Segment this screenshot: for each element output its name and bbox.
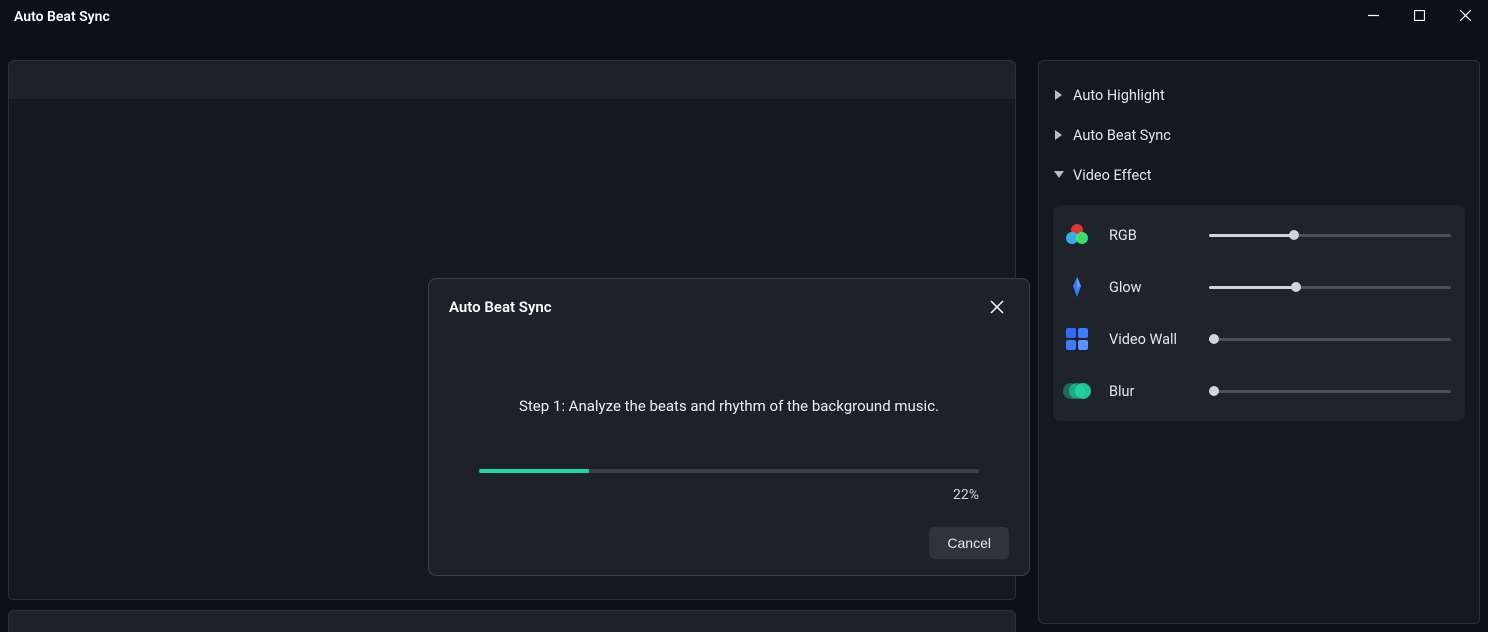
effect-row-blur: Blur: [1053, 365, 1465, 417]
window-controls: [1350, 0, 1488, 30]
modal-header: Auto Beat Sync: [449, 293, 1009, 321]
video-wall-icon: [1063, 325, 1091, 353]
tree-item-auto-beat-sync[interactable]: Auto Beat Sync: [1039, 115, 1479, 155]
effect-slider-blur[interactable]: [1209, 381, 1451, 401]
tree-item-label: Video Effect: [1073, 167, 1152, 184]
close-button[interactable]: [1442, 0, 1488, 30]
effect-row-videowall: Video Wall: [1053, 313, 1465, 365]
modal-title: Auto Beat Sync: [449, 298, 552, 316]
minimize-button[interactable]: [1350, 0, 1396, 30]
tree-item-label: Auto Highlight: [1073, 87, 1165, 104]
progress-modal: Auto Beat Sync Step 1: Analyze the beats…: [428, 278, 1030, 576]
cancel-button[interactable]: Cancel: [929, 527, 1009, 559]
effect-label: Glow: [1109, 279, 1209, 296]
effect-slider-rgb[interactable]: [1209, 225, 1451, 245]
bottom-strip: [8, 610, 1016, 632]
preview-toolbar: [9, 61, 1015, 99]
caret-right-icon: [1053, 89, 1065, 101]
effect-label: RGB: [1109, 227, 1209, 244]
modal-body: Step 1: Analyze the beats and rhythm of …: [449, 321, 1009, 517]
tree-item-auto-highlight[interactable]: Auto Highlight: [1039, 75, 1479, 115]
effect-slider-glow[interactable]: [1209, 277, 1451, 297]
progress-fill: [479, 469, 589, 473]
tree-item-video-effect[interactable]: Video Effect: [1039, 155, 1479, 195]
effect-row-rgb: RGB: [1053, 209, 1465, 261]
modal-footer: Cancel: [449, 517, 1009, 559]
effect-row-glow: Glow: [1053, 261, 1465, 313]
blur-icon: [1063, 377, 1091, 405]
effect-label: Video Wall: [1109, 331, 1209, 348]
effects-list: RGB Glow: [1053, 205, 1465, 421]
maximize-button[interactable]: [1396, 0, 1442, 30]
titlebar: Auto Beat Sync: [0, 0, 1488, 34]
step-text: Step 1: Analyze the beats and rhythm of …: [519, 397, 939, 415]
caret-down-icon: [1053, 169, 1065, 181]
effect-slider-videowall[interactable]: [1209, 329, 1451, 349]
effect-label: Blur: [1109, 383, 1209, 400]
progress-percent: 22%: [953, 487, 979, 503]
modal-close-button[interactable]: [985, 295, 1009, 319]
progress-bar: 22%: [479, 469, 979, 473]
rgb-icon: [1063, 221, 1091, 249]
window-title: Auto Beat Sync: [14, 9, 110, 25]
side-panel: Auto Highlight Auto Beat Sync Video Effe…: [1038, 60, 1480, 624]
tree-item-label: Auto Beat Sync: [1073, 127, 1171, 144]
glow-icon: [1063, 273, 1091, 301]
caret-right-icon: [1053, 129, 1065, 141]
